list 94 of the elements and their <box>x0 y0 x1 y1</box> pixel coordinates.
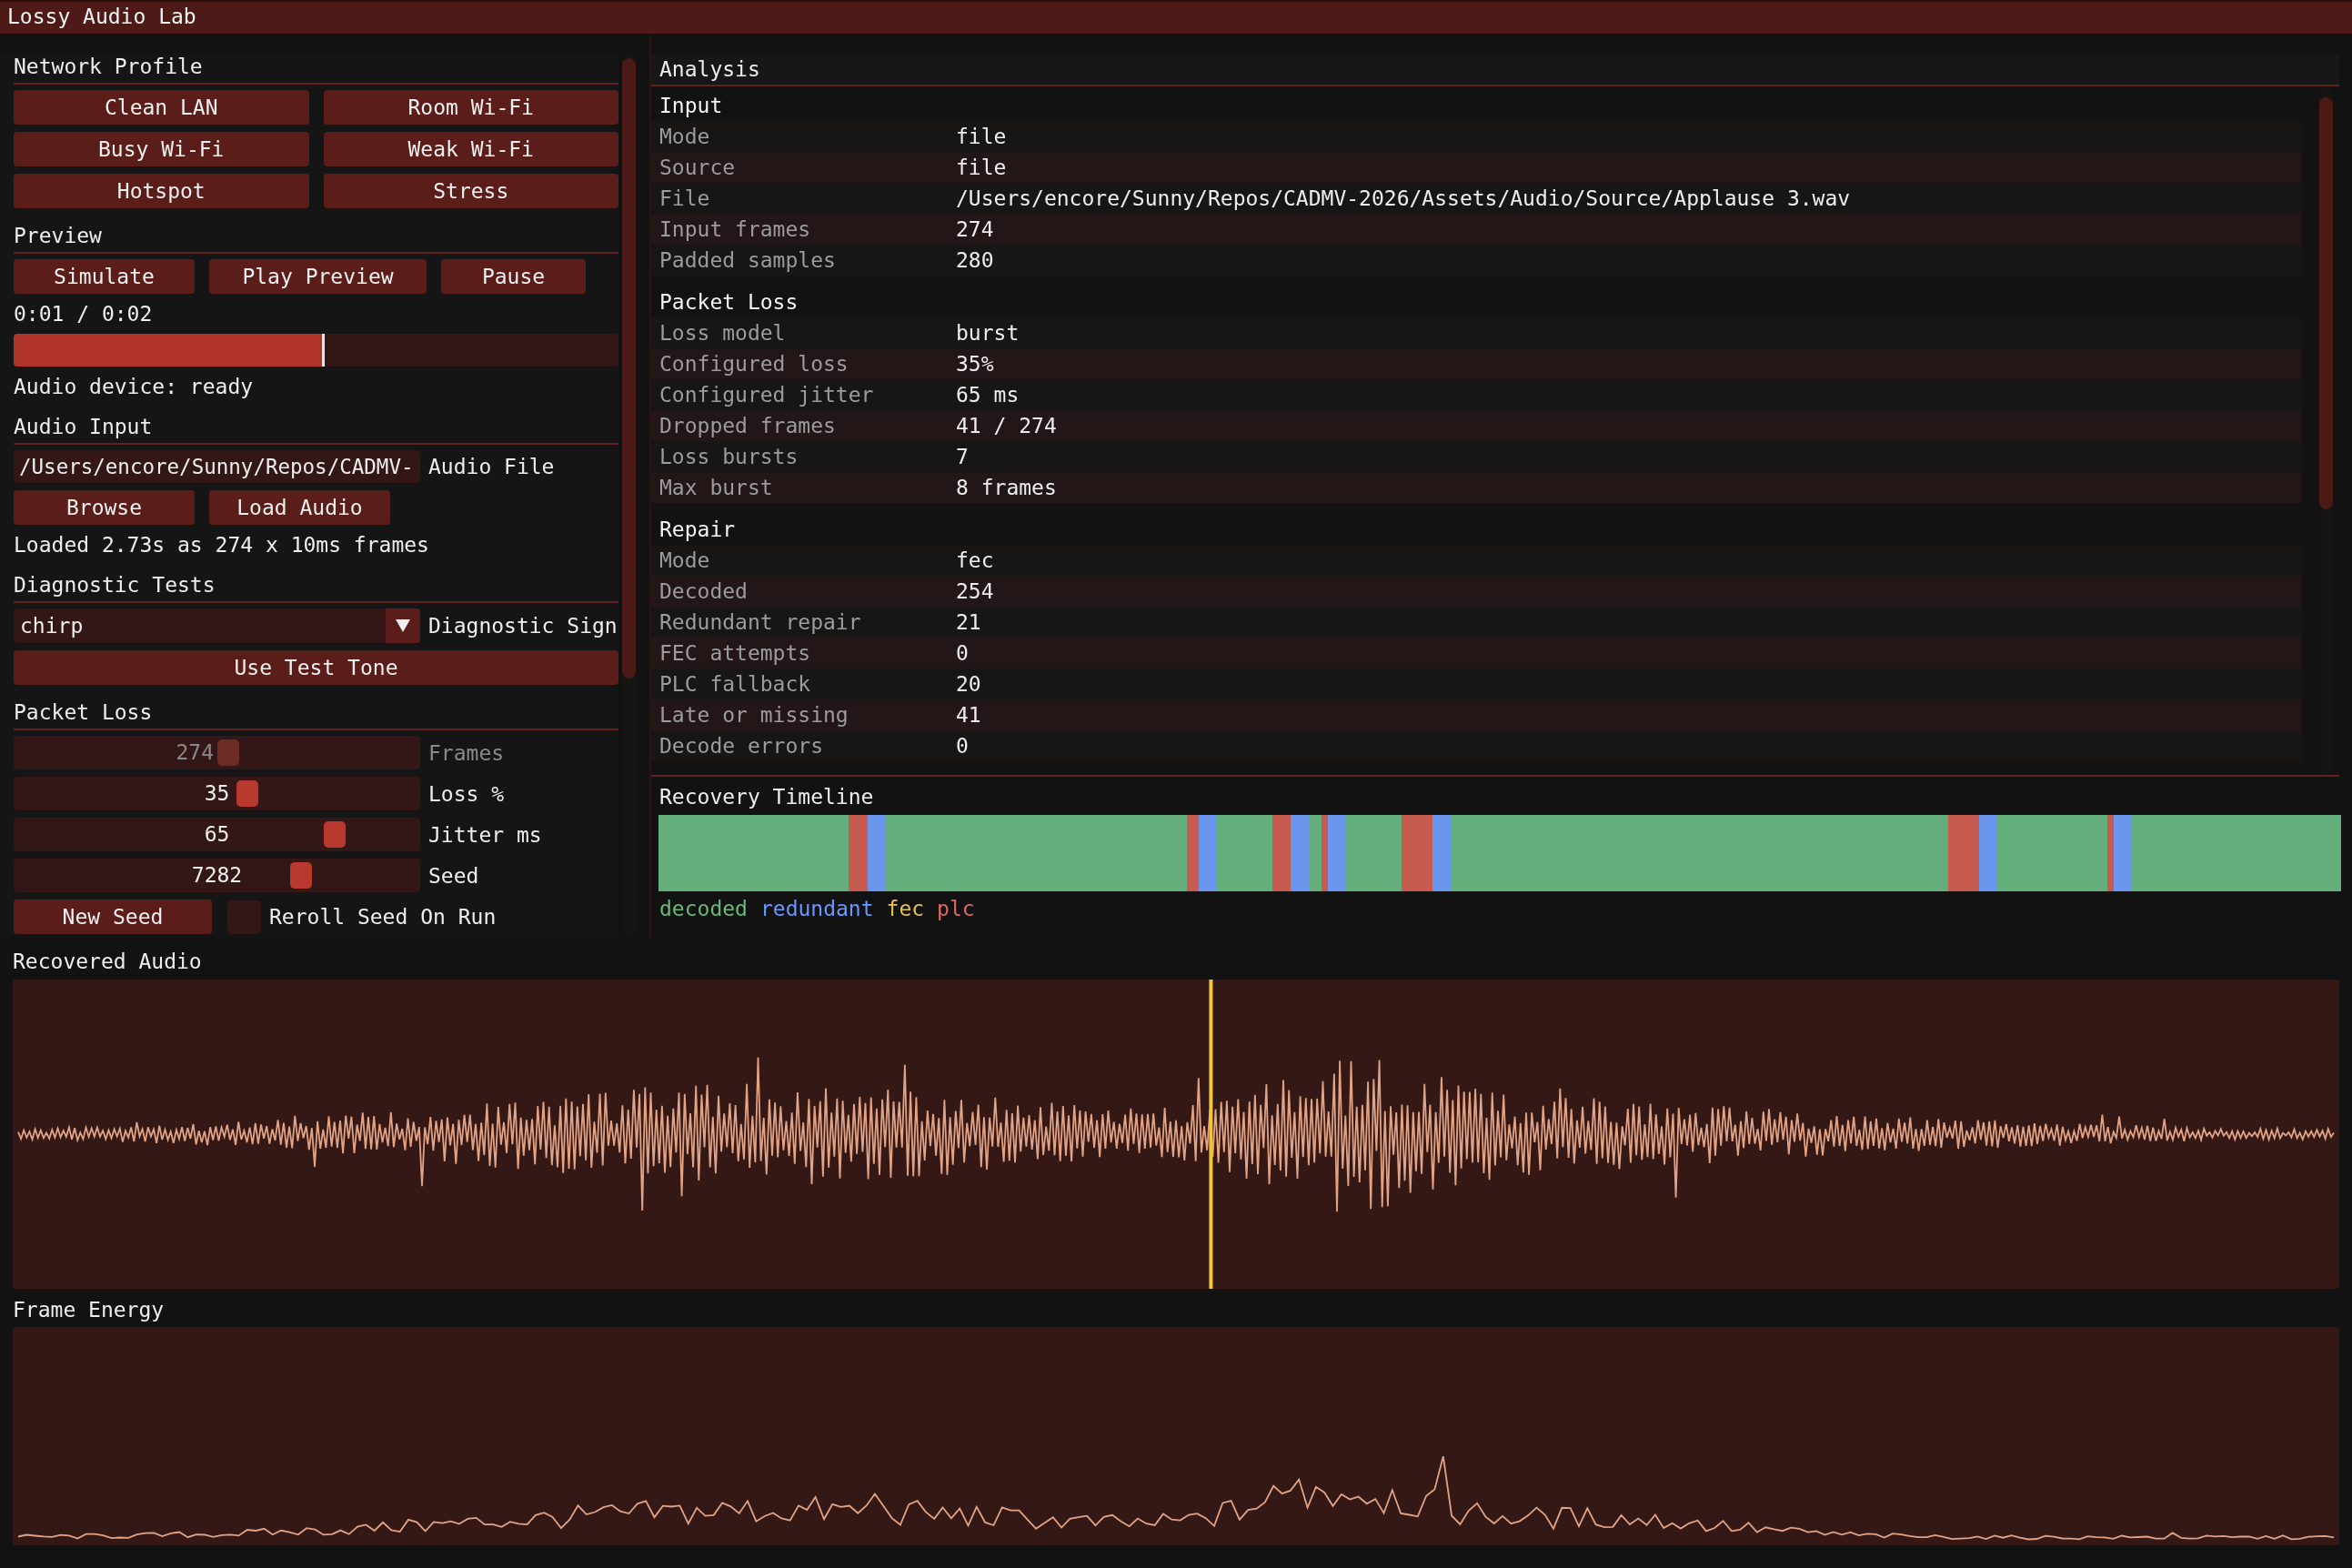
profile-button[interactable]: Stress <box>323 174 618 208</box>
row-value: 7 <box>956 444 969 470</box>
use-test-tone-button[interactable]: Use Test Tone <box>14 650 618 685</box>
pause-button[interactable]: Pause <box>441 259 586 294</box>
slider-track[interactable]: 65 <box>14 818 420 851</box>
table-section-title: Input <box>659 93 723 119</box>
profile-button[interactable]: Clean LAN <box>14 90 309 125</box>
slider-value: 7282 <box>191 862 243 889</box>
row-value: 0 <box>956 640 969 667</box>
row-value: 0 <box>956 733 969 759</box>
slider-value: 274 <box>176 739 215 766</box>
time-readout: 0:01 / 0:02 <box>14 301 153 327</box>
row-label: Mode <box>659 124 710 150</box>
row-label: Configured loss <box>659 351 849 377</box>
row-value: 65 ms <box>956 382 1020 408</box>
status-text: Audio device: ready <box>14 374 254 399</box>
new-seed-button[interactable]: New Seed <box>14 900 212 934</box>
row-label: Decode errors <box>659 733 823 759</box>
play-preview-button[interactable]: Play Preview <box>209 259 427 294</box>
slider-label: Seed <box>428 862 479 889</box>
browse-button[interactable]: Browse <box>14 490 195 525</box>
section-title: Network Profile <box>14 54 203 80</box>
row-label: FEC attempts <box>659 640 811 667</box>
row-value: 254 <box>956 578 994 605</box>
section-title: Packet Loss <box>14 699 153 726</box>
row-label: Loss bursts <box>659 444 799 470</box>
simulate-button[interactable]: Simulate <box>14 259 195 294</box>
slider-label: Jitter ms <box>428 821 542 848</box>
profile-button[interactable]: Hotspot <box>14 174 309 208</box>
row-label: Redundant repair <box>659 609 861 636</box>
slider-track[interactable]: 35 <box>14 777 420 810</box>
section-title: Preview <box>14 223 102 249</box>
legend-label: plc <box>937 896 975 921</box>
scrollbar[interactable] <box>622 54 636 938</box>
row-label: Decoded <box>659 578 748 605</box>
timeline-title: Recovery Timeline <box>659 784 874 809</box>
row-label: Source <box>659 155 736 181</box>
row-label: Max burst <box>659 475 773 501</box>
legend-label: redundant <box>759 896 874 921</box>
plot-title: Recovered Audio <box>13 949 202 974</box>
row-label: PLC fallback <box>659 671 811 698</box>
scrollbar-thumb[interactable] <box>622 58 636 678</box>
profile-button[interactable]: Busy Wi-Fi <box>14 132 309 166</box>
row-label: Padded samples <box>659 247 836 274</box>
field-label: Diagnostic Sign <box>428 613 618 638</box>
row-value: file <box>956 124 1007 150</box>
row-value: 41 <box>956 702 981 729</box>
row-value: 274 <box>956 216 994 243</box>
row-value: 41 / 274 <box>956 413 1057 439</box>
row-value: burst <box>956 320 1020 347</box>
file-path-field[interactable]: /Users/encore/Sunny/Repos/CADMV- <box>14 450 420 483</box>
slider-track[interactable]: 7282 <box>14 859 420 892</box>
slider-label: Frames <box>428 739 505 766</box>
slider-grab[interactable] <box>236 780 258 807</box>
row-value: 8 frames <box>956 475 1057 501</box>
slider-grab[interactable] <box>289 862 312 889</box>
field-label: Audio File <box>428 454 555 479</box>
scrollbar[interactable] <box>2319 86 2333 775</box>
checkbox-label: Reroll Seed On Run <box>269 904 497 930</box>
row-value: /Users/encore/Sunny/Repos/CADMV-2026/Assets/Audio/Source/Applause 3.wav <box>956 186 1851 212</box>
signal-dropdown[interactable]: chirp <box>14 608 420 643</box>
row-label: Dropped frames <box>659 413 836 439</box>
slider-value: 65 <box>204 821 230 848</box>
row-value: 20 <box>956 671 981 698</box>
legend-label: decoded <box>659 896 748 921</box>
loaded-info-text: Loaded 2.73s as 274 x 10ms frames <box>14 532 429 558</box>
row-value: file <box>956 155 1007 181</box>
panel-title: Analysis <box>659 57 760 81</box>
table-section-title: Repair <box>659 517 736 543</box>
caret-icon <box>396 619 410 632</box>
row-value: 21 <box>956 609 981 636</box>
profile-button[interactable]: Room Wi-Fi <box>323 90 618 125</box>
legend-label: fec <box>886 896 925 921</box>
row-label: Loss model <box>659 320 786 347</box>
reroll-checkbox[interactable] <box>227 900 261 934</box>
section-title: Diagnostic Tests <box>14 572 216 598</box>
row-label: Input frames <box>659 216 811 243</box>
window-title: Lossy Audio Lab <box>7 4 196 30</box>
row-label: Late or missing <box>659 702 849 729</box>
slider-grab[interactable] <box>324 821 347 848</box>
row-label: Configured jitter <box>659 382 874 408</box>
row-label: Mode <box>659 548 710 574</box>
load-audio-button[interactable]: Load Audio <box>209 490 390 525</box>
profile-button[interactable]: Weak Wi-Fi <box>323 132 618 166</box>
slider-label: Loss % <box>428 780 505 807</box>
row-value: fec <box>956 548 994 574</box>
scrollbar-thumb[interactable] <box>2319 97 2333 509</box>
row-value: 280 <box>956 247 994 274</box>
table-section-title: Packet Loss <box>659 289 799 316</box>
row-value: 35% <box>956 351 994 377</box>
row-label: File <box>659 186 710 212</box>
plot-title: Frame Energy <box>13 1297 165 1322</box>
section-title: Audio Input <box>14 414 153 440</box>
slider-value: 35 <box>204 780 230 807</box>
